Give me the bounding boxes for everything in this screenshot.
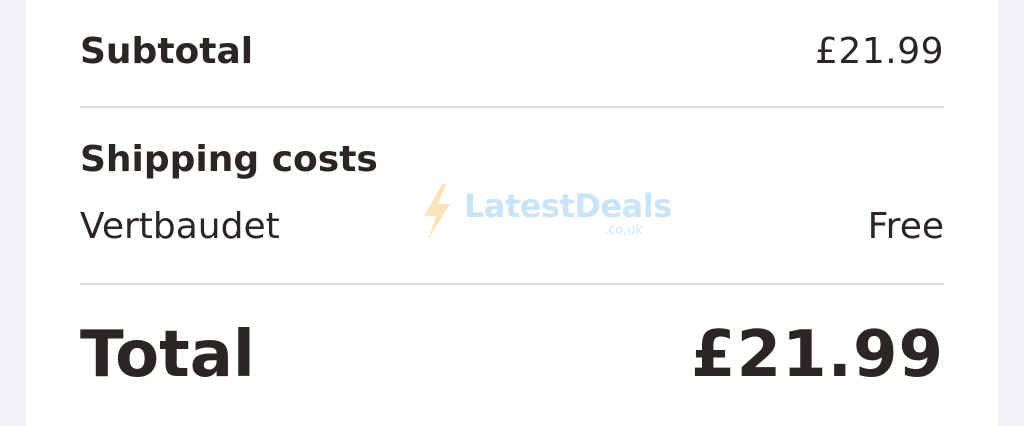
divider — [80, 106, 944, 108]
subtotal-value: £21.99 — [815, 31, 944, 72]
order-summary-card: Subtotal £21.99 Shipping costs Vertbaude… — [26, 0, 998, 426]
shipping-carrier-cost: Free — [867, 206, 944, 247]
total-label: Total — [80, 318, 255, 392]
shipping-carrier-row: Vertbaudet Free — [80, 202, 944, 252]
total-value: £21.99 — [691, 318, 944, 392]
shipping-carrier-name: Vertbaudet — [80, 206, 280, 247]
shipping-costs-heading: Shipping costs — [80, 139, 378, 180]
subtotal-row: Subtotal £21.99 — [80, 26, 944, 78]
divider — [80, 283, 944, 285]
total-row: Total £21.99 — [80, 315, 944, 395]
subtotal-label: Subtotal — [80, 31, 254, 72]
